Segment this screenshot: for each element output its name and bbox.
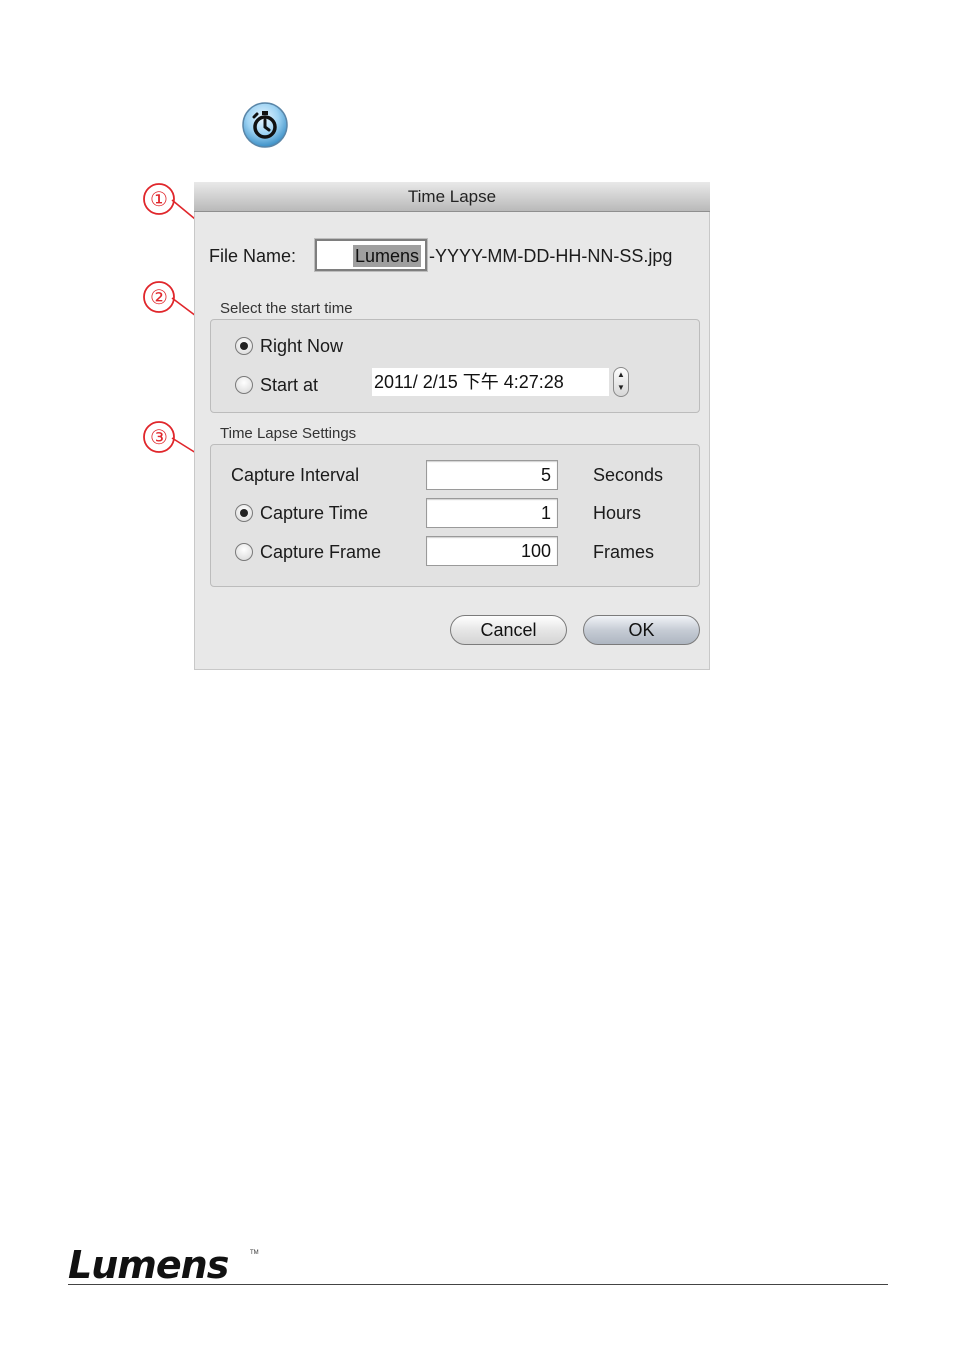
logo-text: Lumens [68, 1243, 229, 1287]
settings-group-title: Time Lapse Settings [220, 425, 357, 442]
capture-time-input[interactable]: 1 [426, 498, 558, 528]
ok-button[interactable]: OK [583, 615, 700, 645]
right-now-radio[interactable] [235, 337, 253, 355]
capture-time-radio[interactable] [235, 504, 253, 522]
start-at-datetime-input[interactable]: 2011/ 2/15 下午 4:27:28 [372, 368, 609, 396]
capture-interval-input[interactable]: 5 [426, 460, 558, 490]
datetime-stepper[interactable]: ▲ ▼ [613, 367, 629, 397]
start-time-group [210, 319, 700, 413]
capture-frame-input[interactable]: 100 [426, 536, 558, 566]
capture-frame-label[interactable]: Capture Frame [260, 542, 381, 563]
footer-divider [68, 1284, 888, 1285]
file-name-input[interactable]: Lumens [315, 239, 427, 271]
file-name-value: Lumens [352, 245, 421, 267]
logo-trademark: TM [250, 1250, 259, 1256]
start-at-radio[interactable] [235, 376, 253, 394]
capture-interval-label: Capture Interval [231, 465, 360, 485]
cancel-button[interactable]: Cancel [450, 615, 567, 645]
capture-time-label[interactable]: Capture Time [260, 503, 368, 524]
stepper-up-icon[interactable]: ▲ [614, 368, 628, 381]
capture-time-unit: Hours [593, 503, 642, 523]
capture-frame-radio[interactable] [235, 543, 253, 561]
start-time-group-title: Select the start time [220, 300, 353, 317]
file-name-suffix: -YYYY-MM-DD-HH-NN-SS.jpg [429, 246, 673, 266]
time-lapse-dialog: Time Lapse File Name: Lumens -YYYY-MM-DD… [194, 182, 710, 670]
lumens-logo: Lumens [68, 1243, 229, 1287]
start-at-label[interactable]: Start at [260, 375, 318, 396]
dialog-title: Time Lapse [194, 182, 710, 212]
capture-interval-unit: Seconds [593, 465, 664, 485]
right-now-label[interactable]: Right Now [260, 336, 343, 357]
capture-frame-unit: Frames [593, 542, 655, 562]
stepper-down-icon[interactable]: ▼ [614, 381, 628, 394]
file-name-label: File Name: [209, 246, 297, 266]
